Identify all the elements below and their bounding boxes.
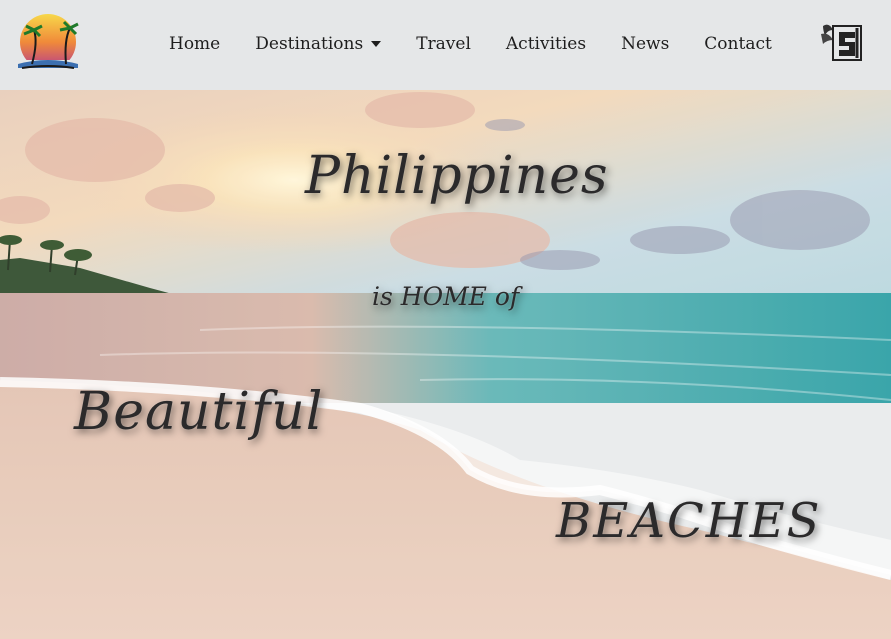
hero-word-beautiful: Beautiful xyxy=(74,382,324,442)
nav-travel[interactable]: Travel xyxy=(416,34,471,54)
nav-news-label: News xyxy=(621,34,670,54)
nav-activities[interactable]: Activities xyxy=(506,34,586,54)
navbar: Home Destinations Travel Activities News… xyxy=(0,0,891,90)
nav-home-label: Home xyxy=(169,34,221,54)
nav-destinations-dropdown[interactable]: Destinations xyxy=(255,34,382,54)
hero-section: Philippines is HOME of Beautiful BEACHES xyxy=(0,90,891,639)
nav-contact-label: Contact xyxy=(704,34,772,54)
nav-home[interactable]: Home xyxy=(169,34,220,54)
hero-title-philippines: Philippines xyxy=(305,146,609,206)
nav-activities-label: Activities xyxy=(505,34,587,54)
nav-news[interactable]: News xyxy=(621,34,669,54)
hero-subtitle-is-home-of: is HOME of xyxy=(372,282,520,311)
main-nav: Home Destinations Travel Activities News… xyxy=(160,30,807,58)
hero-word-beaches: BEACHES xyxy=(556,493,822,549)
winged-monogram-logo-icon xyxy=(821,24,862,61)
site-monogram-logo[interactable] xyxy=(819,20,865,64)
brand-logo[interactable] xyxy=(12,12,84,76)
sunset-palm-island-icon xyxy=(12,14,84,76)
nav-travel-label: Travel xyxy=(416,34,471,54)
nav-contact[interactable]: Contact xyxy=(704,34,772,54)
nav-destinations-label: Destinations xyxy=(255,34,364,54)
caret-down-icon xyxy=(371,41,382,47)
